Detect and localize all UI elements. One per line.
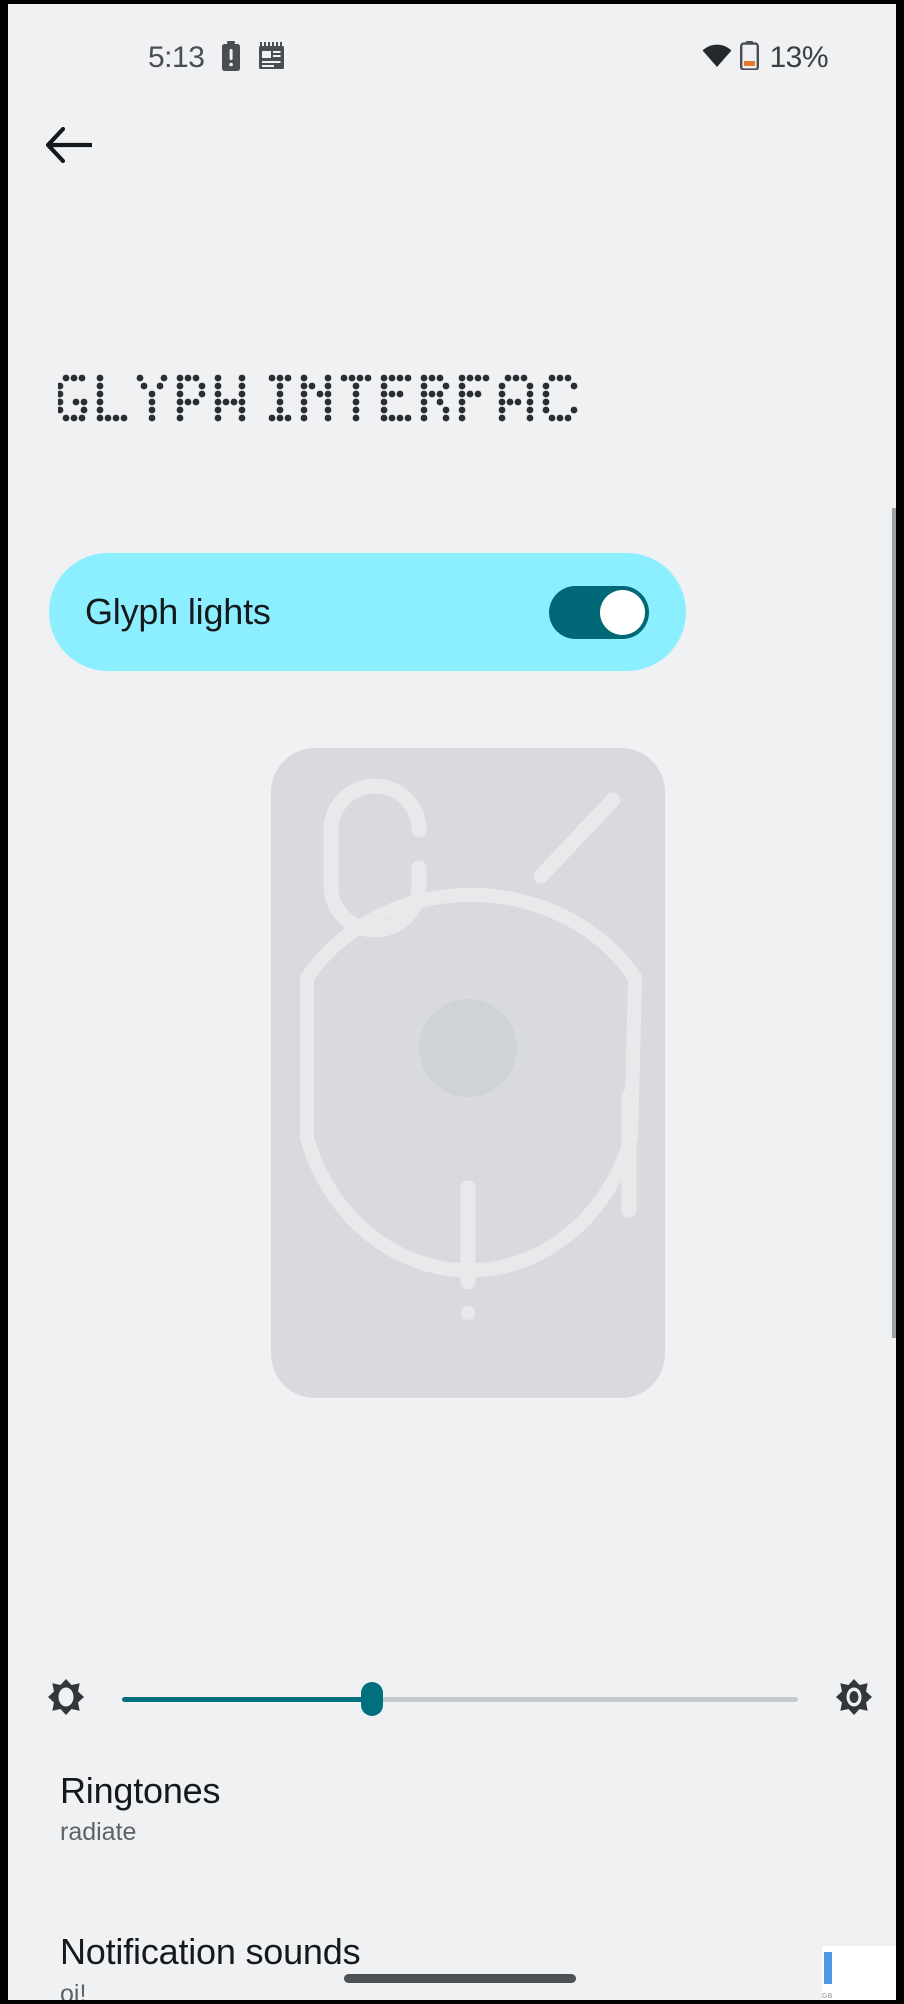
- glyph-lights-toggle[interactable]: [549, 585, 649, 639]
- status-bar: 5:13 13%: [16, 36, 896, 80]
- wifi-icon: [702, 44, 732, 73]
- battery-percent-label: 13%: [769, 41, 828, 74]
- glyph-settings-list: Ringtones radiate Notification sounds oi…: [16, 1756, 896, 2004]
- brightness-low-icon[interactable]: [44, 1675, 88, 1724]
- scrollbar-thumb[interactable]: [892, 508, 896, 1338]
- list-item-title: Ringtones: [60, 1770, 221, 1811]
- slider-fill: [122, 1696, 373, 1702]
- list-item-subtitle: radiate: [60, 1818, 137, 1847]
- list-item-subtitle: oi!: [60, 1979, 87, 2004]
- device-screenshot-frame: 5:13 13% Glyph lights Ringtones radiate …: [0, 0, 904, 2004]
- overlay-fragment-text: GB: [822, 1993, 833, 2000]
- battery-icon: [740, 41, 760, 75]
- calendar-notes-icon: [258, 41, 285, 75]
- glyph-lights-card[interactable]: Glyph lights: [49, 553, 686, 671]
- battery-alert-icon: [220, 40, 242, 76]
- list-item-ringtones[interactable]: Ringtones radiate: [16, 1756, 896, 1863]
- center-dot-glyph: [419, 999, 517, 1097]
- gesture-home-pill[interactable]: [344, 1974, 576, 1983]
- page-title: GLYPH INTERFACE: [58, 360, 582, 444]
- list-divider-space: [16, 1863, 896, 1917]
- glyph-brightness-row: [16, 1663, 896, 1735]
- page-title-dotmatrix: [58, 374, 578, 422]
- status-bar-left: 5:13: [148, 40, 285, 76]
- back-button[interactable]: [38, 116, 100, 178]
- brightness-high-icon[interactable]: [832, 1675, 876, 1724]
- glyph-lights-label: Glyph lights: [85, 591, 271, 632]
- status-bar-right: 13%: [702, 41, 828, 75]
- overlay-accent-bar: [824, 1952, 832, 1984]
- phone-screen: 5:13 13% Glyph lights Ringtones radiate …: [16, 8, 896, 2004]
- exclamation-dot-glyph: [461, 1306, 475, 1320]
- slider-thumb[interactable]: [361, 1682, 384, 1716]
- back-arrow-icon: [45, 126, 94, 168]
- brightness-slider[interactable]: [122, 1679, 798, 1719]
- list-item-title: Notification sounds: [60, 1931, 361, 1973]
- status-clock: 5:13: [148, 41, 205, 74]
- list-item-notification-sounds[interactable]: Notification sounds oi!: [16, 1917, 896, 2004]
- overlay-fragment[interactable]: GB: [822, 1946, 896, 2000]
- toggle-knob: [600, 589, 645, 635]
- vertical-scrollbar[interactable]: [890, 508, 896, 1338]
- nothing-phone-glyph-illustration: [271, 748, 665, 1398]
